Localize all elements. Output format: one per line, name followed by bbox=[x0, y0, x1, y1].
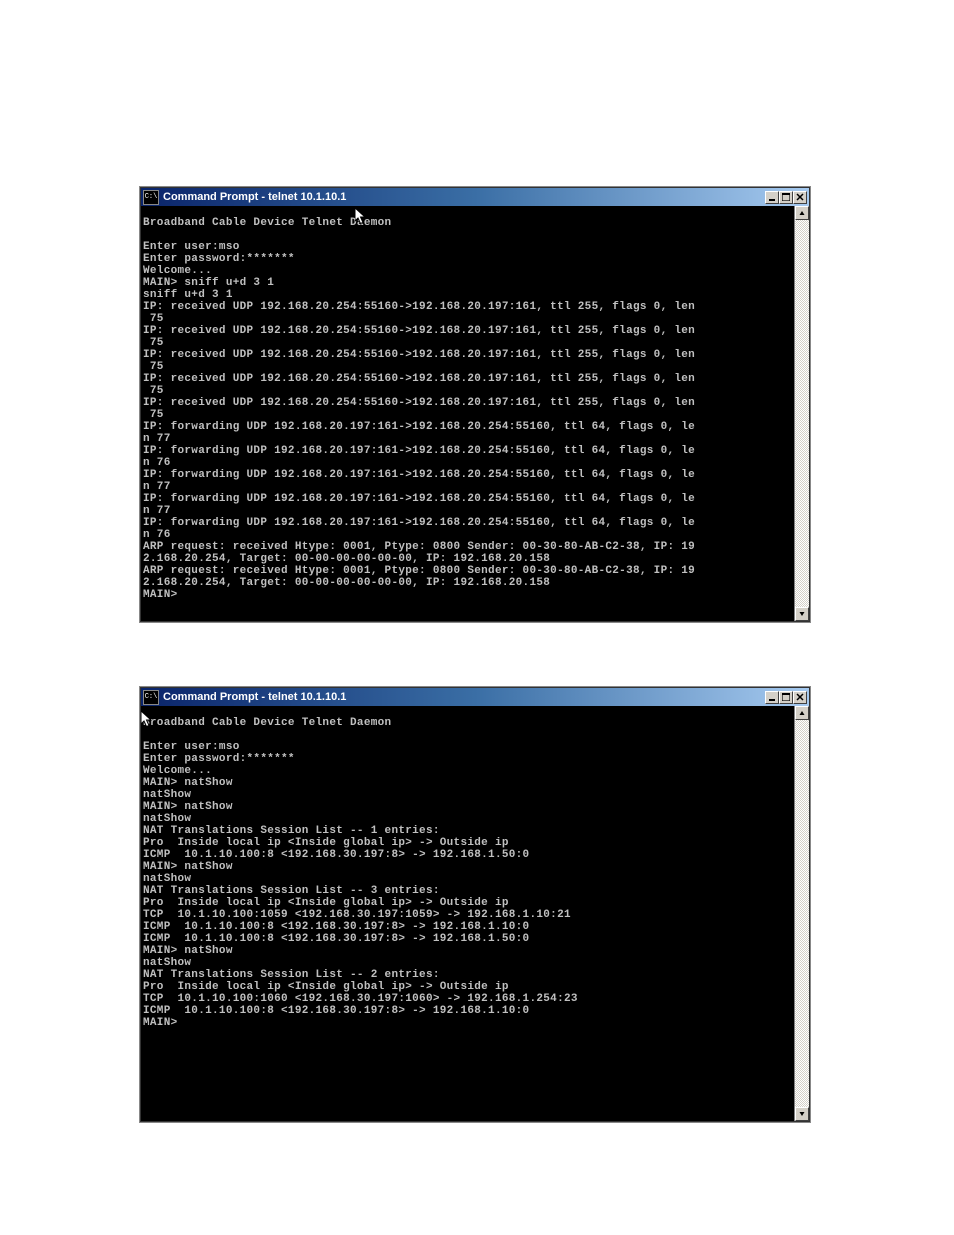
scroll-up-button[interactable] bbox=[795, 206, 809, 220]
vertical-scrollbar[interactable] bbox=[794, 206, 809, 621]
minimize-button[interactable] bbox=[765, 191, 779, 204]
minimize-button[interactable] bbox=[765, 691, 779, 704]
window-title: Command Prompt - telnet 10.1.10.1 bbox=[163, 691, 765, 703]
window-title: Command Prompt - telnet 10.1.10.1 bbox=[163, 191, 765, 203]
scroll-track[interactable] bbox=[795, 720, 809, 1107]
scroll-down-button[interactable] bbox=[795, 1107, 809, 1121]
titlebar[interactable]: C:\ Command Prompt - telnet 10.1.10.1 bbox=[141, 188, 809, 206]
terminal-output[interactable]: Broadband Cable Device Telnet Daemon Ent… bbox=[141, 717, 794, 1110]
command-prompt-window-1: C:\ Command Prompt - telnet 10.1.10.1 Br… bbox=[140, 187, 810, 622]
cmd-icon: C:\ bbox=[143, 690, 159, 705]
close-button[interactable] bbox=[793, 691, 807, 704]
terminal-output[interactable]: Broadband Cable Device Telnet Daemon Ent… bbox=[141, 217, 794, 610]
maximize-button[interactable] bbox=[779, 191, 793, 204]
scroll-up-button[interactable] bbox=[795, 706, 809, 720]
vertical-scrollbar[interactable] bbox=[794, 706, 809, 1121]
titlebar[interactable]: C:\ Command Prompt - telnet 10.1.10.1 bbox=[141, 688, 809, 706]
content-area: Broadband Cable Device Telnet Daemon Ent… bbox=[141, 206, 809, 621]
command-prompt-window-2: C:\ Command Prompt - telnet 10.1.10.1 Br… bbox=[140, 687, 810, 1122]
window-controls bbox=[765, 691, 807, 704]
cmd-icon: C:\ bbox=[143, 190, 159, 205]
maximize-button[interactable] bbox=[779, 691, 793, 704]
scroll-track[interactable] bbox=[795, 220, 809, 607]
content-area: Broadband Cable Device Telnet Daemon Ent… bbox=[141, 706, 809, 1121]
close-button[interactable] bbox=[793, 191, 807, 204]
scroll-down-button[interactable] bbox=[795, 607, 809, 621]
window-controls bbox=[765, 191, 807, 204]
